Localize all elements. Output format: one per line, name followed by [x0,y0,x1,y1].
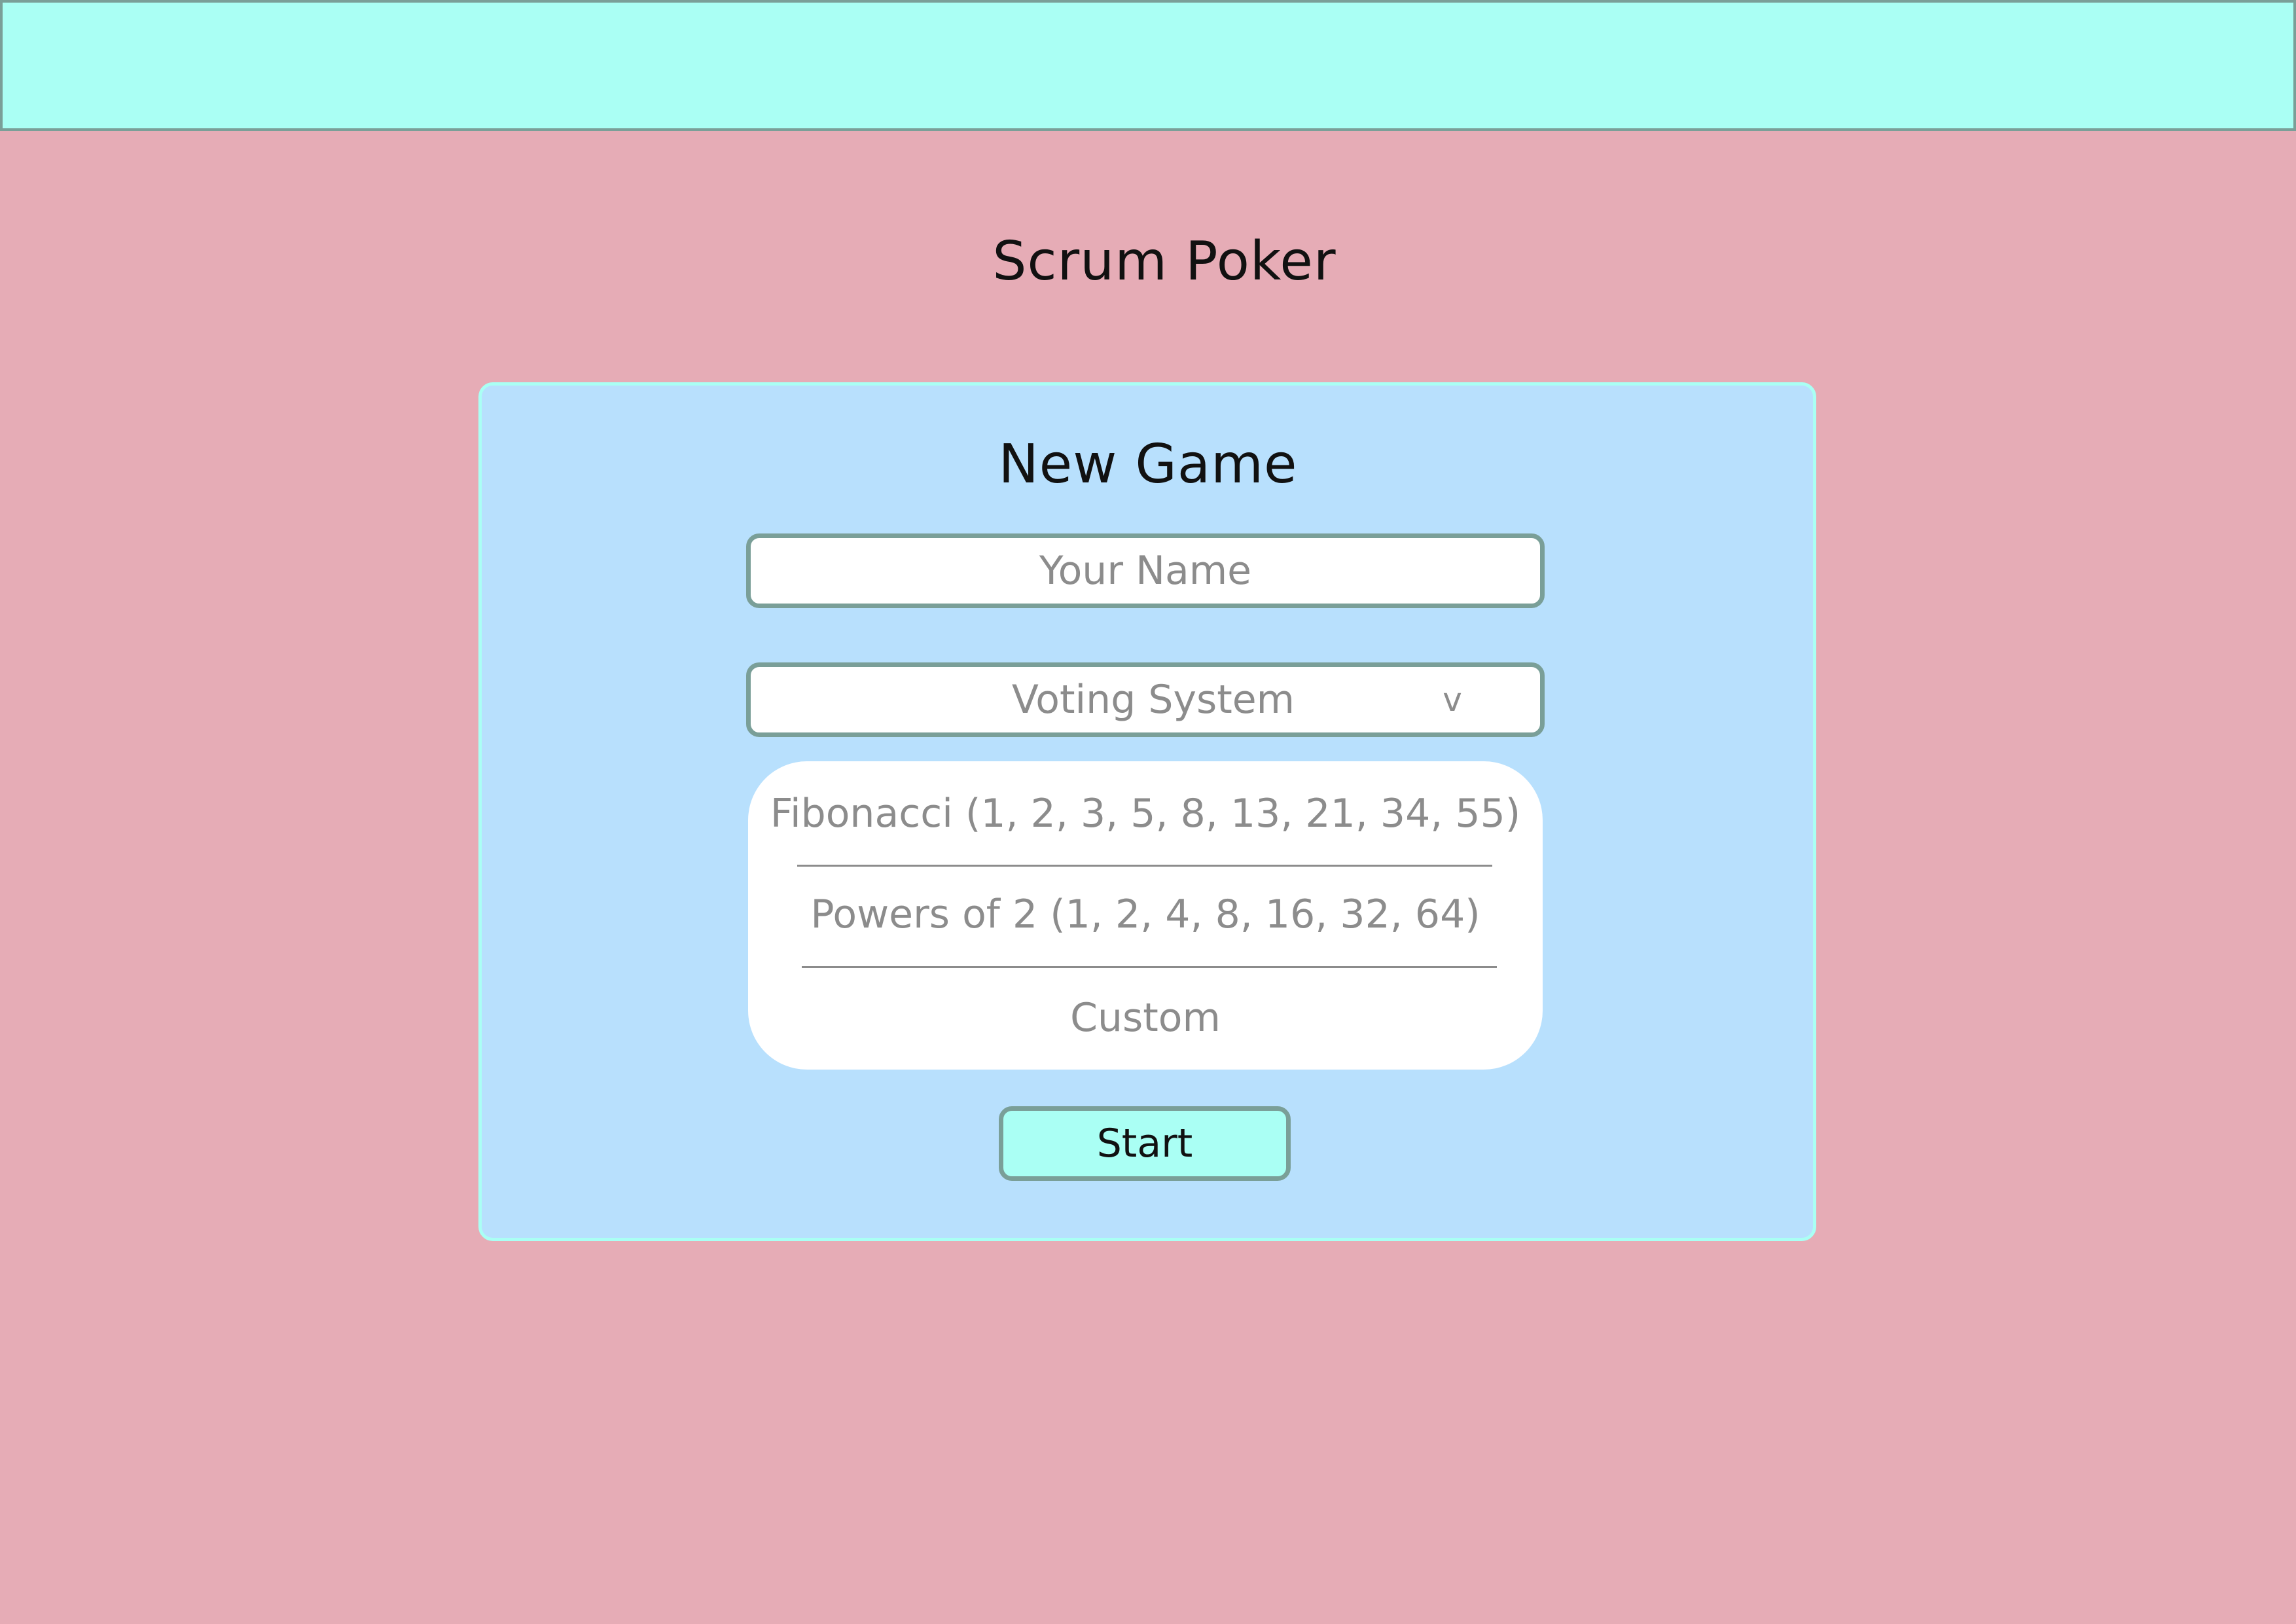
new-game-title: New Game [998,433,1298,496]
top-bar [0,0,2296,131]
your-name-input[interactable] [746,533,1545,608]
option-fibonacci[interactable]: Fibonacci (1, 2, 3, 5, 8, 13, 21, 34, 55… [748,781,1543,846]
voting-system-options: Fibonacci (1, 2, 3, 5, 8, 13, 21, 34, 55… [748,761,1543,1070]
voting-system-label: Voting System [1011,677,1295,723]
chevron-down-icon: v [1443,681,1462,719]
option-divider [802,966,1497,968]
start-button[interactable]: Start [999,1106,1291,1181]
option-powers-of-2[interactable]: Powers of 2 (1, 2, 4, 8, 16, 32, 64) [748,882,1543,947]
page-title: Scrum Poker [992,230,1336,293]
option-custom[interactable]: Custom [748,985,1543,1051]
voting-system-select[interactable]: Voting System v [746,662,1545,737]
option-divider [797,865,1492,867]
